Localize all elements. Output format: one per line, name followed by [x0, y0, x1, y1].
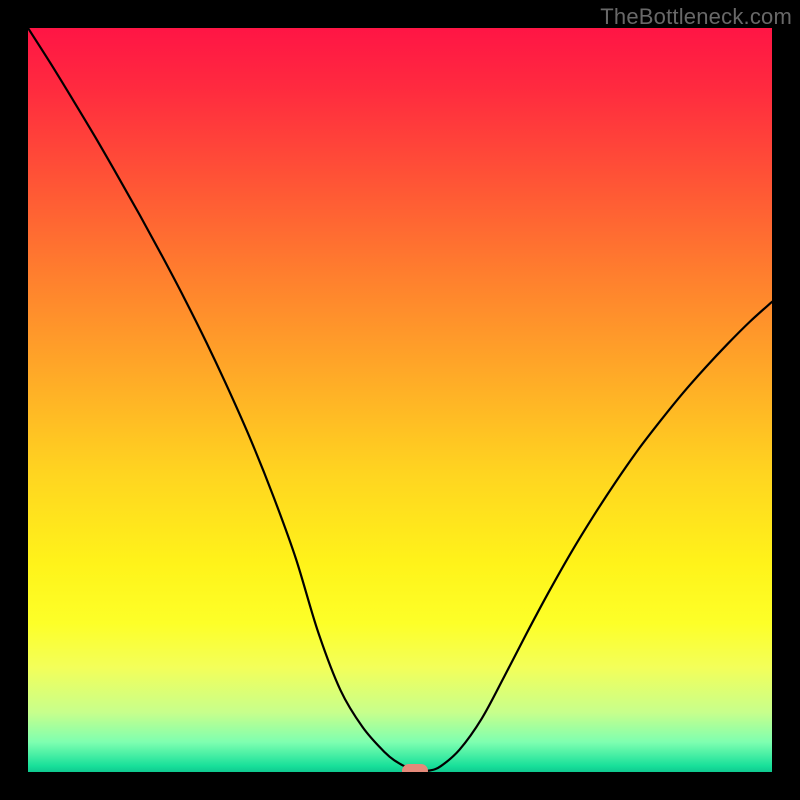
optimal-marker: [402, 764, 428, 773]
chart-frame: TheBottleneck.com: [0, 0, 800, 800]
plot-area: [28, 28, 772, 772]
watermark-text: TheBottleneck.com: [600, 4, 792, 30]
bottleneck-curve: [28, 28, 772, 772]
